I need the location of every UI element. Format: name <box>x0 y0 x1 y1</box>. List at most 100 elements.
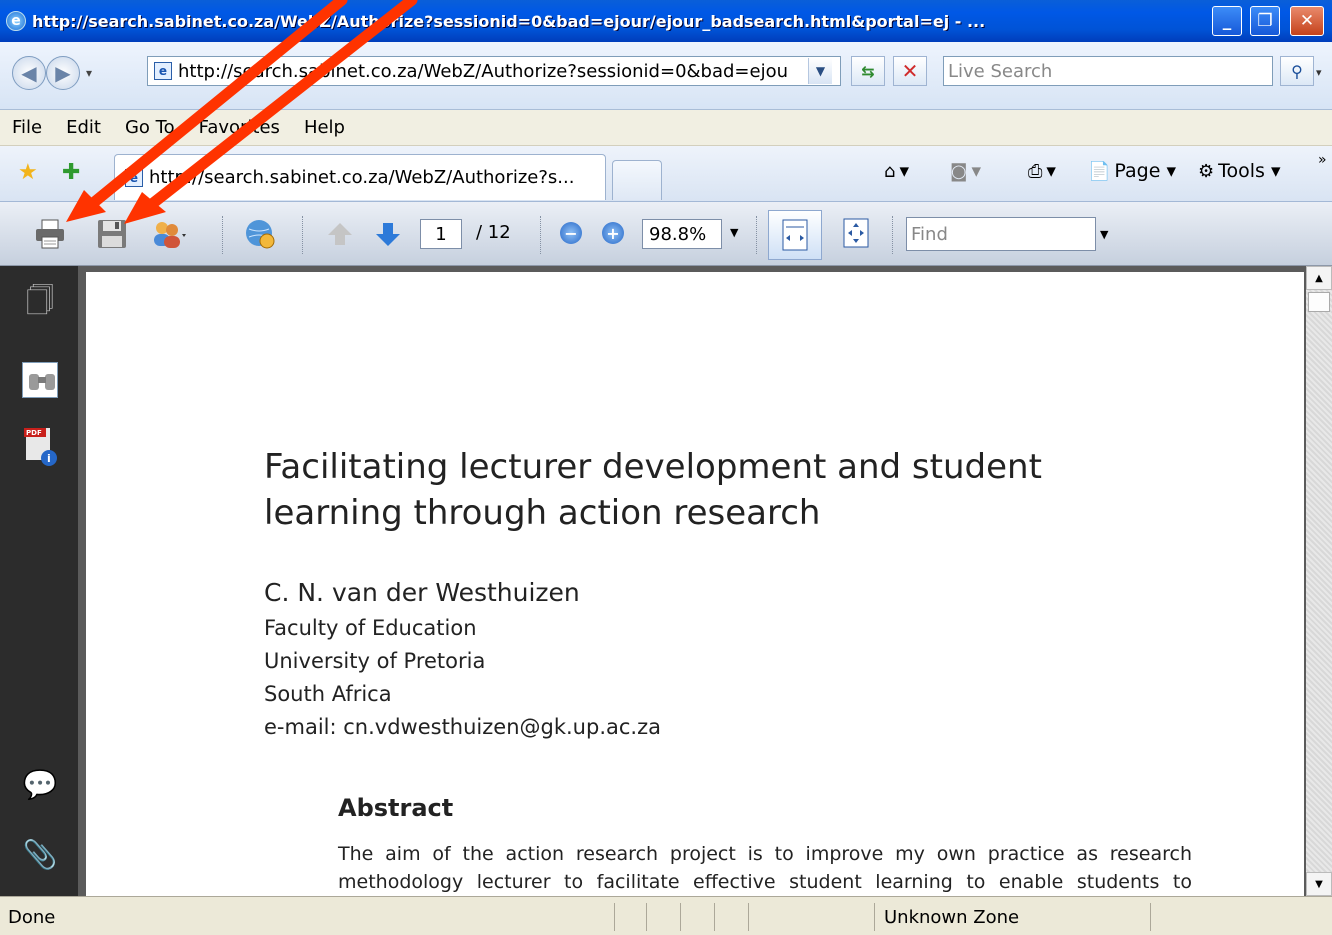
affiliation-line: University of Pretoria <box>264 649 486 673</box>
page-menu-label: Page <box>1114 160 1161 182</box>
toolbar-separator <box>892 216 894 254</box>
search-input[interactable]: Live Search <box>943 56 1273 86</box>
fit-width-icon <box>782 219 808 251</box>
search-button[interactable]: ⚲ <box>1280 56 1314 86</box>
abstract-heading: Abstract <box>338 794 454 822</box>
menu-edit[interactable]: Edit <box>66 117 101 138</box>
tools-menu-label: Tools <box>1218 160 1265 182</box>
fit-page-icon <box>843 218 869 248</box>
arrow-up-icon <box>328 223 352 245</box>
affiliation-line: South Africa <box>264 682 392 706</box>
home-button[interactable]: ⌂ ▾ <box>884 160 909 182</box>
status-divider <box>874 903 875 931</box>
browser-printer-icon: ⎙ <box>1028 160 1043 182</box>
abstract-text: The aim of the action research project i… <box>338 843 1192 893</box>
vertical-scrollbar[interactable]: ▲ ▼ <box>1306 266 1332 896</box>
fit-width-button[interactable] <box>768 210 822 260</box>
maximize-button[interactable]: ❐ <box>1250 6 1280 36</box>
pdf-page: Facilitating lecturer development and st… <box>86 272 1304 896</box>
document-viewport[interactable]: Facilitating lecturer development and st… <box>78 266 1306 896</box>
people-share-icon <box>154 222 186 248</box>
status-divider <box>680 903 681 931</box>
tab-label: http://search.sabinet.co.za/WebZ/Authori… <box>149 167 575 188</box>
menu-go-to[interactable]: Go To <box>125 117 175 138</box>
status-text: Done <box>8 907 56 928</box>
gear-icon: ⚙ <box>1198 160 1215 182</box>
pdf-save-button[interactable] <box>92 216 132 252</box>
history-dropdown-icon[interactable]: ▾ <box>86 66 92 80</box>
email-line: e-mail: cn.vdwesthuizen@gk.up.ac.za <box>264 715 661 739</box>
document-title: Facilitating lecturer development and st… <box>264 447 1042 533</box>
chevron-more-icon[interactable]: » <box>1318 152 1327 168</box>
security-zone: Unknown Zone <box>884 907 1020 928</box>
browser-window: e http://search.sabinet.co.za/WebZ/Autho… <box>0 0 1332 935</box>
next-page-button[interactable] <box>368 216 408 252</box>
status-divider <box>614 903 615 931</box>
address-dropdown-icon[interactable]: ▼ <box>808 58 832 84</box>
paperclip-icon[interactable]: 📎 <box>22 836 58 872</box>
binoculars-icon[interactable] <box>22 362 58 398</box>
favorites-center-icon[interactable]: ★ <box>18 160 38 185</box>
menu-bar: File Edit Go To Favorites Help <box>0 110 1332 146</box>
browser-print-button[interactable]: ⎙ ▾ <box>1028 160 1056 182</box>
menu-favorites[interactable]: Favorites <box>199 117 280 138</box>
status-divider <box>714 903 715 931</box>
pdf-print-button[interactable] <box>30 216 70 252</box>
pages-panel-icon[interactable]: 🗍 <box>22 284 58 322</box>
document-properties-icon[interactable]: PDF i <box>22 428 58 466</box>
ie-logo-icon: e <box>6 11 26 31</box>
search-options-icon[interactable]: ▾ <box>1316 66 1322 79</box>
zoom-out-button[interactable]: − <box>560 222 582 244</box>
email-share-button[interactable] <box>148 216 188 252</box>
status-bar: Done Unknown Zone <box>0 896 1332 935</box>
page-count: / 12 <box>476 222 511 243</box>
menu-file[interactable]: File <box>12 117 42 138</box>
window-title: http://search.sabinet.co.za/WebZ/Authori… <box>32 11 986 31</box>
toolbar-separator <box>756 216 758 254</box>
page-number-input[interactable]: 1 <box>420 219 462 249</box>
address-bar[interactable]: e http://search.sabinet.co.za/WebZ/Autho… <box>147 56 841 86</box>
feed-icon: ◙ <box>950 160 968 182</box>
minimize-button[interactable]: _ <box>1212 6 1242 36</box>
address-url[interactable]: http://search.sabinet.co.za/WebZ/Authori… <box>178 61 808 82</box>
previous-page-button[interactable] <box>320 216 360 252</box>
status-divider <box>1150 903 1151 931</box>
page-menu-button[interactable]: 📄 Page ▾ <box>1088 160 1176 182</box>
toolbar-separator <box>302 216 304 254</box>
tab-active[interactable]: e http://search.sabinet.co.za/WebZ/Autho… <box>114 154 606 200</box>
printer-icon <box>36 219 64 249</box>
fit-page-button[interactable] <box>840 216 872 250</box>
toolbar-separator <box>540 216 542 254</box>
pdf-toolbar: 1 / 12 − + 98.8% ▼ Find ▼ <box>0 202 1332 266</box>
scroll-thumb[interactable] <box>1308 292 1330 312</box>
forward-button[interactable]: ▶ <box>46 56 80 90</box>
close-button[interactable]: ✕ <box>1290 6 1324 36</box>
zoom-dropdown-icon[interactable]: ▼ <box>730 226 738 239</box>
zoom-level-select[interactable]: 98.8% <box>642 219 722 249</box>
status-divider <box>748 903 749 931</box>
address-toolbar: ◀ ▶ ▾ e http://search.sabinet.co.za/WebZ… <box>0 42 1332 110</box>
floppy-disk-icon <box>98 220 126 248</box>
status-divider <box>646 903 647 931</box>
toolbar-separator <box>222 216 224 254</box>
new-tab-button[interactable] <box>612 160 662 200</box>
document-author: C. N. van der Westhuizen <box>264 578 580 607</box>
stop-button[interactable]: ✕ <box>893 56 927 86</box>
tab-page-icon: e <box>125 168 143 187</box>
online-services-button[interactable] <box>240 216 280 252</box>
add-favorite-icon[interactable]: ✚ <box>62 160 80 185</box>
refresh-button[interactable]: ⇆ <box>851 56 885 86</box>
comments-icon[interactable]: 💬 <box>22 766 58 802</box>
find-dropdown-icon[interactable]: ▼ <box>1100 228 1108 241</box>
home-icon: ⌂ <box>884 160 896 182</box>
page-icon: e <box>154 62 172 80</box>
find-input[interactable]: Find <box>906 217 1096 251</box>
menu-help[interactable]: Help <box>304 117 345 138</box>
tools-menu-button[interactable]: ⚙ Tools ▾ <box>1198 160 1281 182</box>
zoom-in-button[interactable]: + <box>602 222 624 244</box>
back-button[interactable]: ◀ <box>12 56 46 90</box>
scroll-down-arrow-icon[interactable]: ▼ <box>1306 872 1332 896</box>
scroll-up-arrow-icon[interactable]: ▲ <box>1306 266 1332 290</box>
feeds-button[interactable]: ◙ ▾ <box>950 160 981 182</box>
page-menu-icon: 📄 <box>1088 160 1111 182</box>
